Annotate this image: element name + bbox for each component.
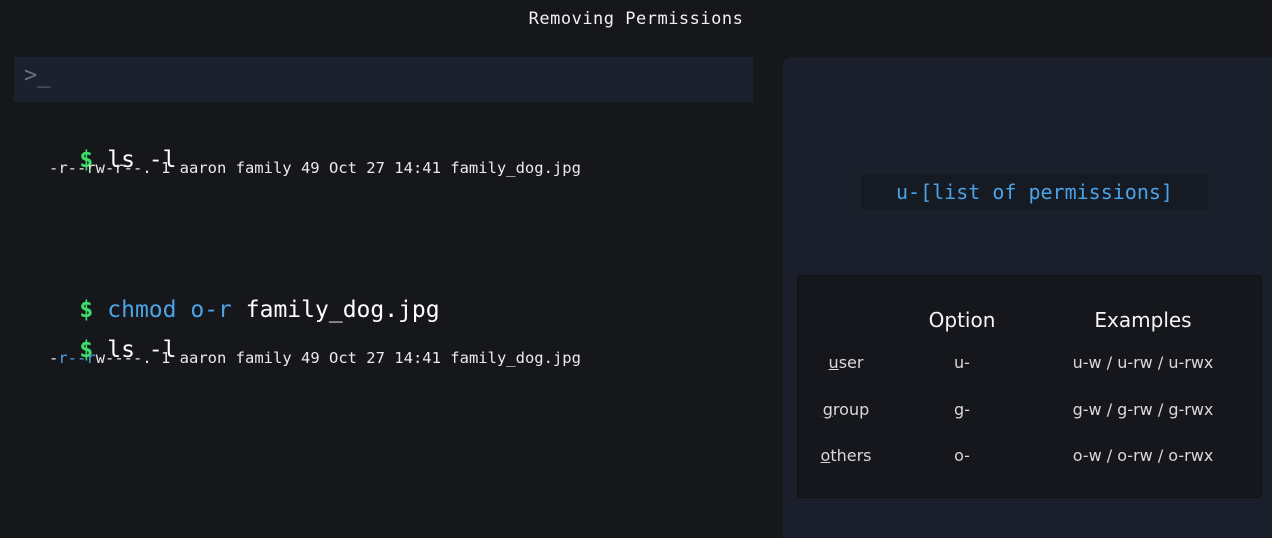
- terminal-header-bar: >_: [14, 57, 753, 102]
- command-argument: o-r: [190, 297, 232, 323]
- syntax-box: u-[list of permissions]: [861, 175, 1208, 209]
- row-option-group: g-: [954, 400, 970, 419]
- row-option-user: u-: [954, 353, 970, 372]
- row-examples-others: o-w / o-rw / o-rwx: [1072, 446, 1214, 465]
- row-label-initial: u: [828, 353, 839, 372]
- table-header-examples: Examples: [1094, 308, 1192, 332]
- row-examples-group: g-w / g-rw / g-rwx: [1072, 400, 1214, 419]
- row-label-user: user: [818, 353, 874, 372]
- permissions-table: Option Examples user u- u-w / u-rw / u-r…: [797, 275, 1262, 498]
- row-option-others: o-: [954, 446, 970, 465]
- row-label-rest: thers: [830, 446, 872, 465]
- output-segment: -: [49, 349, 59, 367]
- output-segment: w----. 1 aaron family 49 Oct 27 14:41 fa…: [95, 349, 581, 367]
- row-examples-user: u-w / u-rw / u-rwx: [1072, 353, 1214, 372]
- page-title: Removing Permissions: [528, 9, 744, 29]
- row-label-group: group: [818, 400, 874, 419]
- reference-panel: u-[list of permissions] Option Examples …: [783, 57, 1272, 538]
- command-output-2: -r--rw----. 1 aaron family 49 Oct 27 14:…: [49, 349, 581, 367]
- row-label-rest: ser: [838, 353, 864, 372]
- terminal-prompt-icon: >_: [24, 63, 51, 88]
- pane-divider: [753, 57, 783, 538]
- row-label-initial: g: [822, 400, 833, 419]
- row-label-others: others: [818, 446, 874, 465]
- output-highlight: r: [86, 349, 96, 367]
- command-output-1: -r--rw-r--. 1 aaron family 49 Oct 27 14:…: [49, 159, 581, 177]
- row-label-rest: roup: [832, 400, 870, 419]
- table-header-option: Option: [928, 308, 996, 332]
- terminal-pane[interactable]: >_ $ ls -l -r--rw-r--. 1 aaron family 49 …: [14, 57, 753, 538]
- row-label-initial: o: [820, 446, 831, 465]
- output-highlight: r--: [58, 349, 87, 367]
- command-file: family_dog.jpg: [245, 297, 440, 323]
